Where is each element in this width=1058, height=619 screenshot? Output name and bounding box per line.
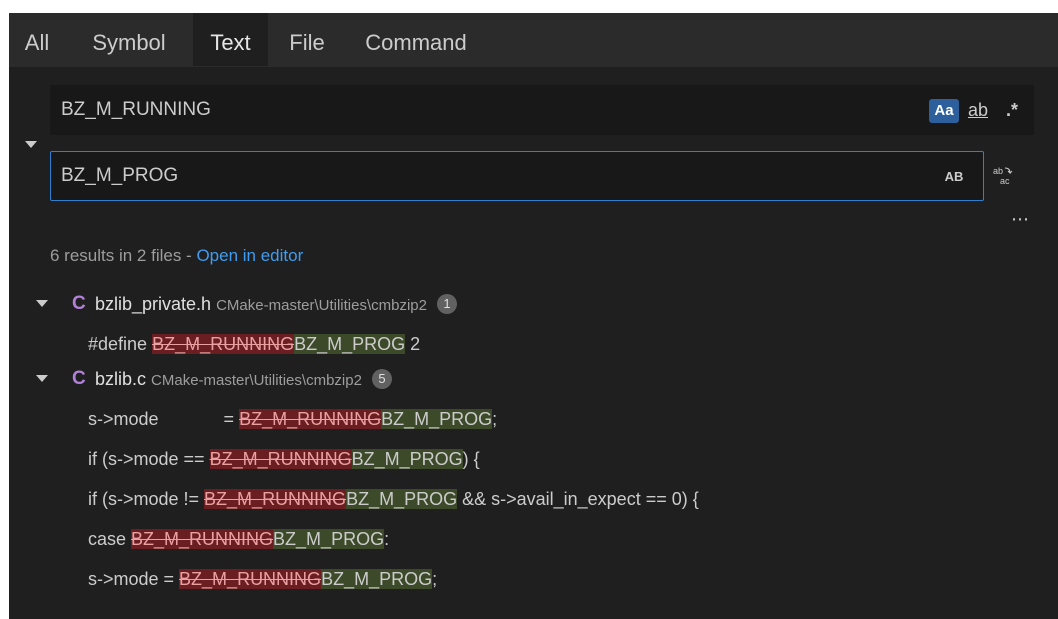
chevron-down-icon[interactable]: [36, 375, 48, 382]
c-file-icon: C: [72, 368, 86, 389]
regex-option[interactable]: .*: [997, 99, 1027, 123]
toggle-replace-chevron-icon[interactable]: [25, 141, 37, 148]
match-row[interactable]: #define BZ_M_RUNNINGBZ_M_PROG 2: [9, 327, 1058, 361]
replace-all-icon[interactable]: ab ac: [991, 164, 1015, 188]
more-actions-icon[interactable]: ⋯: [1011, 209, 1030, 230]
match-preview: if (s->mode == BZ_M_RUNNINGBZ_M_PROG) {: [88, 442, 480, 476]
whole-word-option[interactable]: ab: [963, 99, 993, 123]
match-before-text: #define: [88, 334, 153, 354]
match-preview: case BZ_M_RUNNINGBZ_M_PROG:: [88, 522, 389, 556]
file-row-bzlib-c[interactable]: C bzlib.c CMake-master\Utilities\cmbzip2…: [9, 362, 1058, 396]
search-input[interactable]: [61, 86, 861, 134]
replace-input[interactable]: [61, 152, 861, 200]
removed-text: BZ_M_RUNNING: [179, 569, 322, 589]
svg-text:ab: ab: [993, 166, 1003, 176]
removed-text: BZ_M_RUNNING: [209, 449, 352, 469]
removed-text: BZ_M_RUNNING: [152, 334, 295, 354]
match-before-text: if (s->mode ==: [88, 449, 210, 469]
match-row[interactable]: s->mode = BZ_M_RUNNINGBZ_M_PROG;: [9, 562, 1058, 596]
tab-bar: All Symbol Text File Command: [9, 13, 1058, 67]
removed-text: BZ_M_RUNNING: [204, 489, 347, 509]
file-name: bzlib.c: [95, 369, 147, 389]
match-row[interactable]: case BZ_M_RUNNINGBZ_M_PROG:: [9, 522, 1058, 556]
c-file-icon: C: [72, 293, 86, 314]
match-after-text: ) {: [462, 449, 480, 469]
match-row[interactable]: s->mode = BZ_M_RUNNINGBZ_M_PROG;: [9, 402, 1058, 436]
file-row-bzlib-private-h[interactable]: C bzlib_private.h CMake-master\Utilities…: [9, 287, 1058, 321]
match-preview: #define BZ_M_RUNNINGBZ_M_PROG 2: [88, 327, 420, 361]
match-count-badge: 5: [371, 369, 392, 389]
match-preview: s->mode = BZ_M_RUNNINGBZ_M_PROG;: [88, 562, 437, 596]
tab-command[interactable]: Command: [346, 13, 486, 66]
match-case-option[interactable]: Aa: [929, 99, 959, 123]
removed-text: BZ_M_RUNNING: [131, 529, 274, 549]
open-in-editor-link[interactable]: Open in editor: [196, 246, 303, 265]
file-path: CMake-master\Utilities\cmbzip2: [151, 372, 362, 389]
removed-text: BZ_M_RUNNING: [239, 409, 382, 429]
match-row[interactable]: if (s->mode != BZ_M_RUNNINGBZ_M_PROG && …: [9, 482, 1058, 516]
file-name: bzlib_private.h: [95, 294, 212, 314]
added-text: BZ_M_PROG: [381, 409, 493, 429]
match-before-text: s->mode =: [88, 409, 240, 429]
match-after-text: && s->avail_in_expect == 0) {: [457, 489, 699, 509]
match-preview: s->mode = BZ_M_RUNNINGBZ_M_PROG;: [88, 402, 497, 436]
match-after-text: :: [384, 529, 390, 549]
match-after-text: ;: [432, 569, 438, 589]
added-text: BZ_M_PROG: [273, 529, 385, 549]
match-row[interactable]: if (s->mode == BZ_M_RUNNINGBZ_M_PROG) {: [9, 442, 1058, 476]
added-text: BZ_M_PROG: [346, 489, 458, 509]
results-summary: 6 results in 2 files - Open in editor: [50, 246, 303, 266]
file-entry: bzlib.c CMake-master\Utilities\cmbzip2 5: [95, 362, 392, 398]
search-field: Aa ab .*: [50, 85, 1034, 135]
added-text: BZ_M_PROG: [321, 569, 433, 589]
match-before-text: s->mode =: [88, 569, 180, 589]
match-count-badge: 1: [436, 294, 457, 314]
svg-text:ac: ac: [1000, 176, 1010, 186]
tab-text[interactable]: Text: [193, 13, 268, 66]
added-text: BZ_M_PROG: [351, 449, 463, 469]
search-panel: All Symbol Text File Command Aa ab .* AB…: [9, 13, 1058, 619]
file-entry: bzlib_private.h CMake-master\Utilities\c…: [95, 287, 457, 323]
file-path: CMake-master\Utilities\cmbzip2: [216, 297, 427, 314]
tab-file[interactable]: File: [276, 13, 338, 66]
tab-all[interactable]: All: [9, 13, 65, 66]
match-before-text: case: [88, 529, 132, 549]
match-after-text: 2: [405, 334, 421, 354]
tab-symbol[interactable]: Symbol: [75, 13, 183, 66]
match-after-text: ;: [492, 409, 498, 429]
match-before-text: if (s->mode !=: [88, 489, 205, 509]
added-text: BZ_M_PROG: [294, 334, 406, 354]
chevron-down-icon[interactable]: [36, 300, 48, 307]
results-count-text: 6 results in 2 files -: [50, 246, 197, 265]
replace-field: AB: [50, 151, 984, 201]
match-preview: if (s->mode != BZ_M_RUNNINGBZ_M_PROG && …: [88, 482, 699, 516]
preserve-case-option[interactable]: AB: [939, 165, 969, 189]
